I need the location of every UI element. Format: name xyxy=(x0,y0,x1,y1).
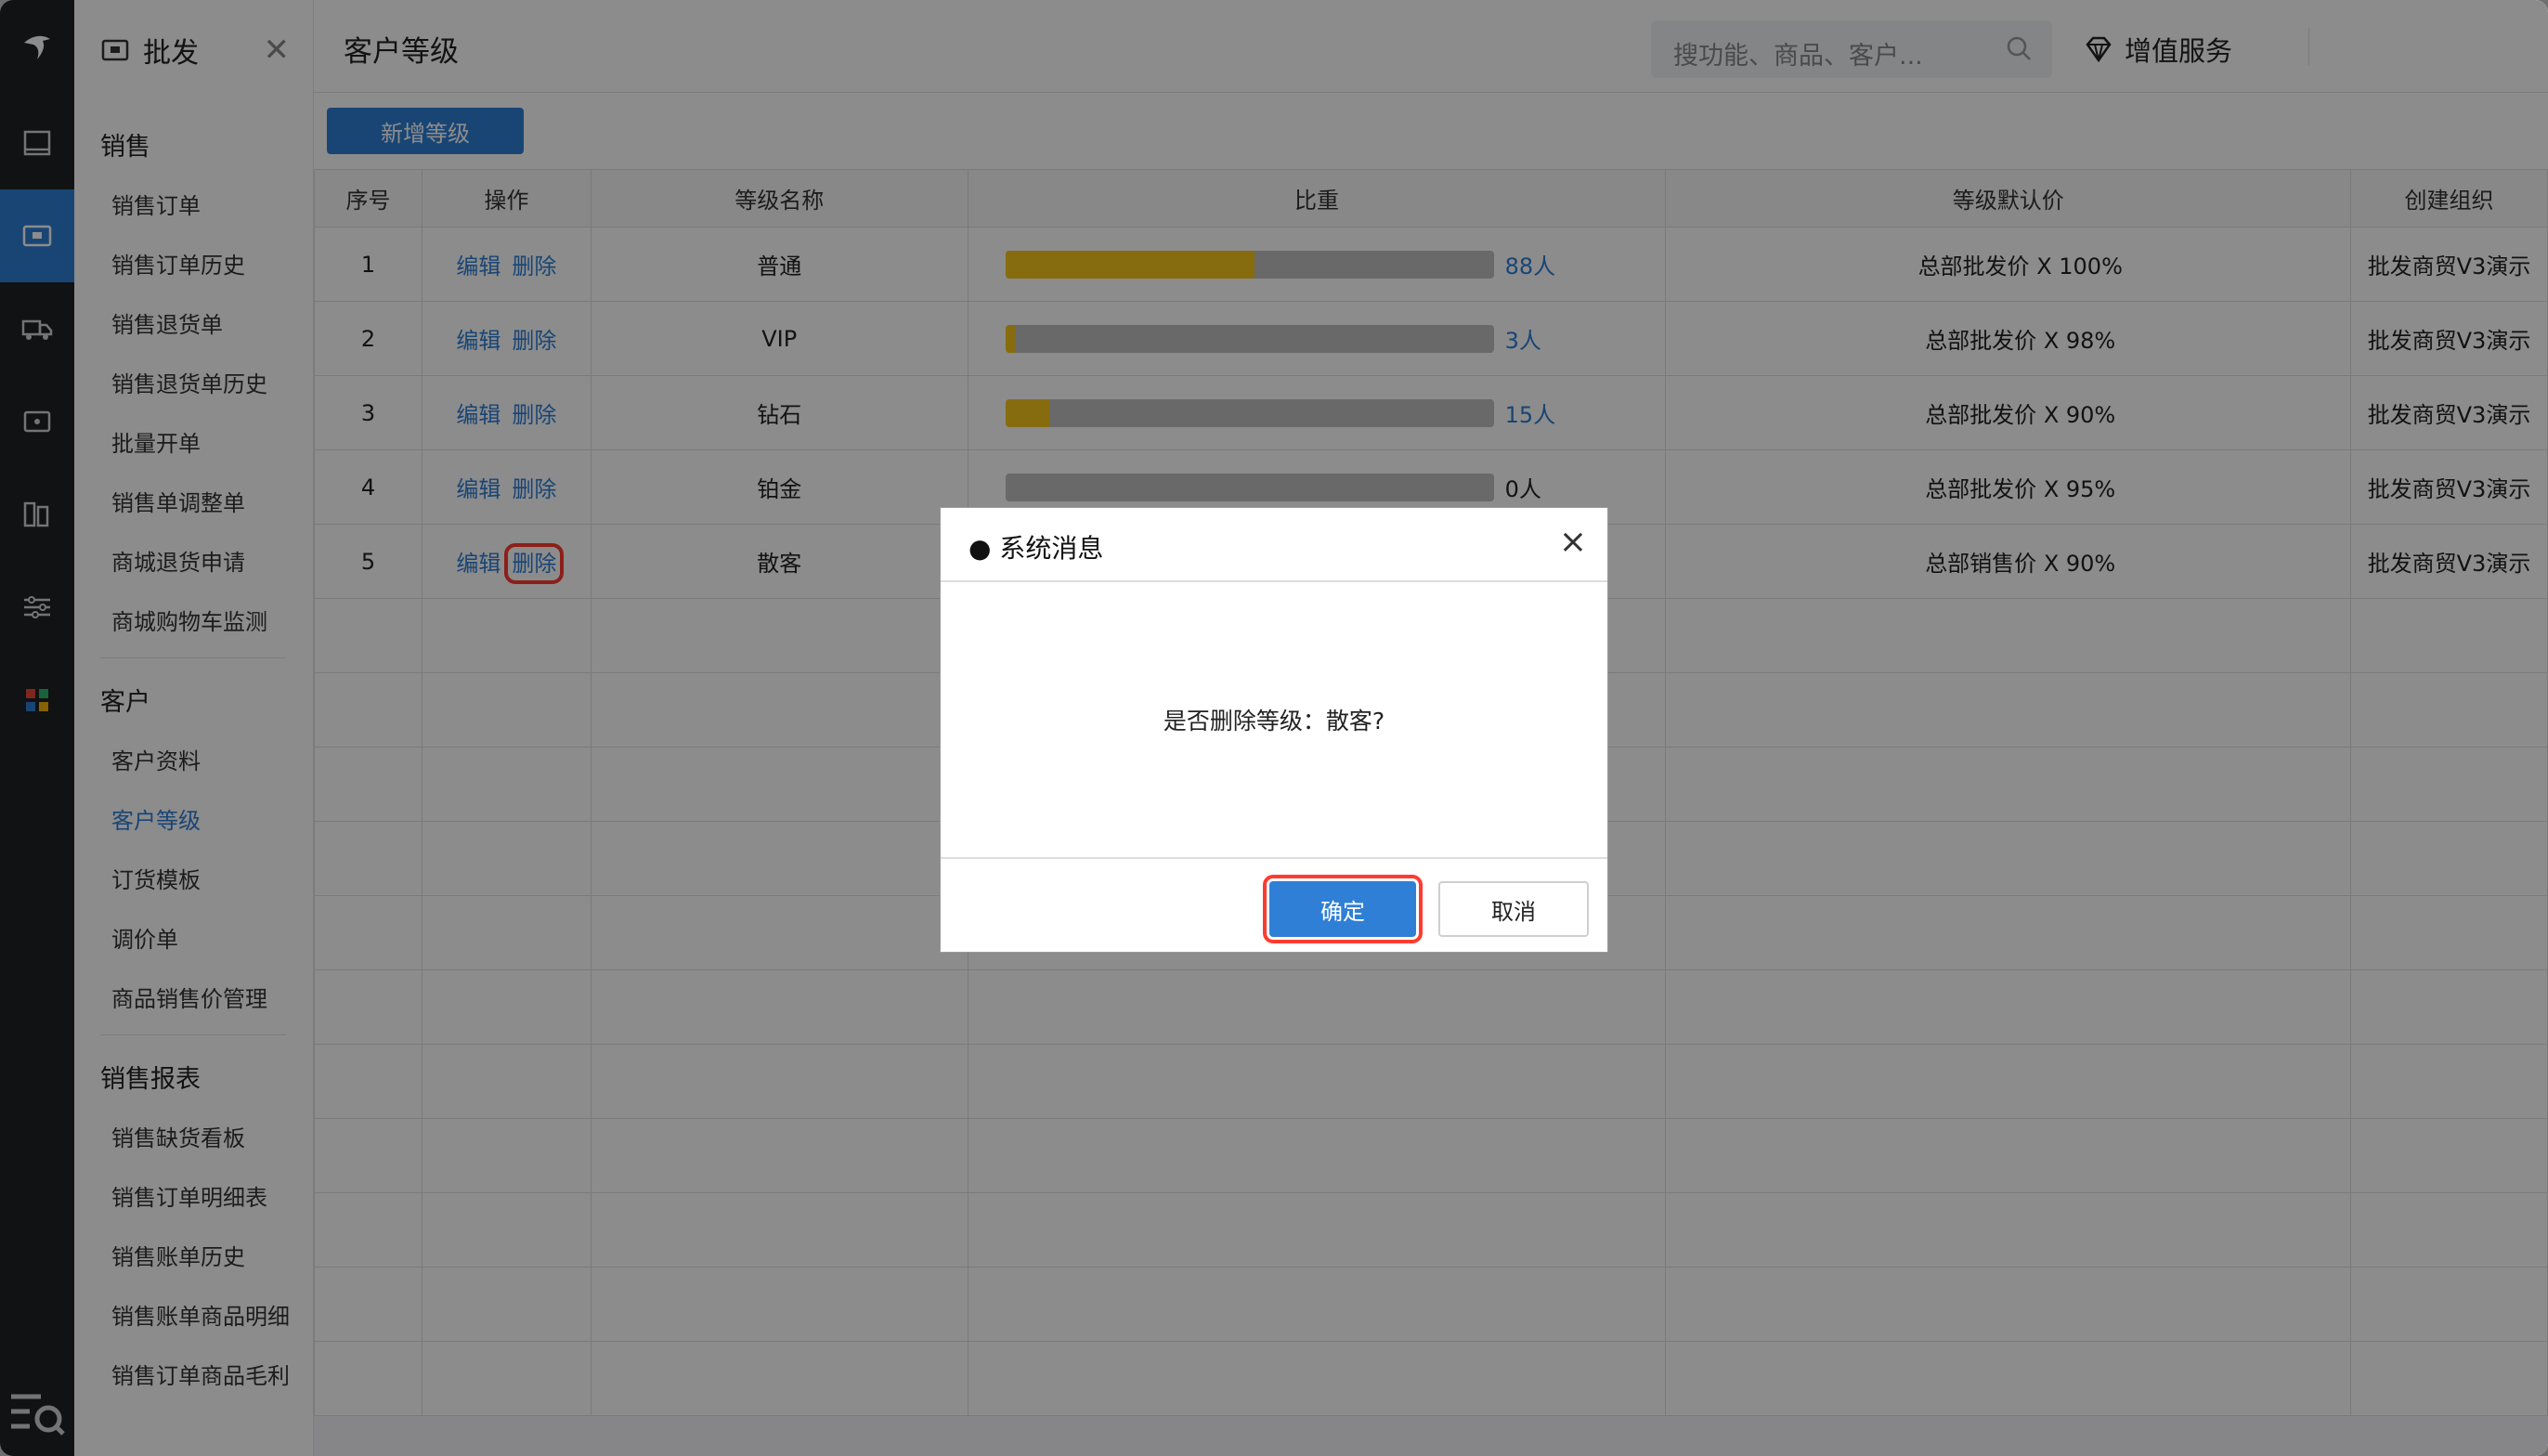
cancel-button[interactable]: 取消 xyxy=(1438,881,1589,937)
dialog-body: 是否删除等级：散客? xyxy=(941,582,1607,857)
dialog-title: ● 系统消息 xyxy=(968,533,1104,564)
app-window: 批发 ✕ 销售 销售订单 销售订单历史 销售退货单 销售退货单历史 批量开单 销… xyxy=(0,0,2548,1456)
dialog-header: ● 系统消息 × xyxy=(941,508,1607,582)
confirm-button[interactable]: 确定 xyxy=(1263,875,1423,943)
dialog-close-icon[interactable]: × xyxy=(1559,523,1587,561)
confirm-dialog: ● 系统消息 × 是否删除等级：散客? 确定 取消 xyxy=(940,507,1608,953)
dialog-footer: 确定 取消 xyxy=(941,857,1607,952)
dialog-message: 是否删除等级：散客? xyxy=(1163,708,1385,734)
